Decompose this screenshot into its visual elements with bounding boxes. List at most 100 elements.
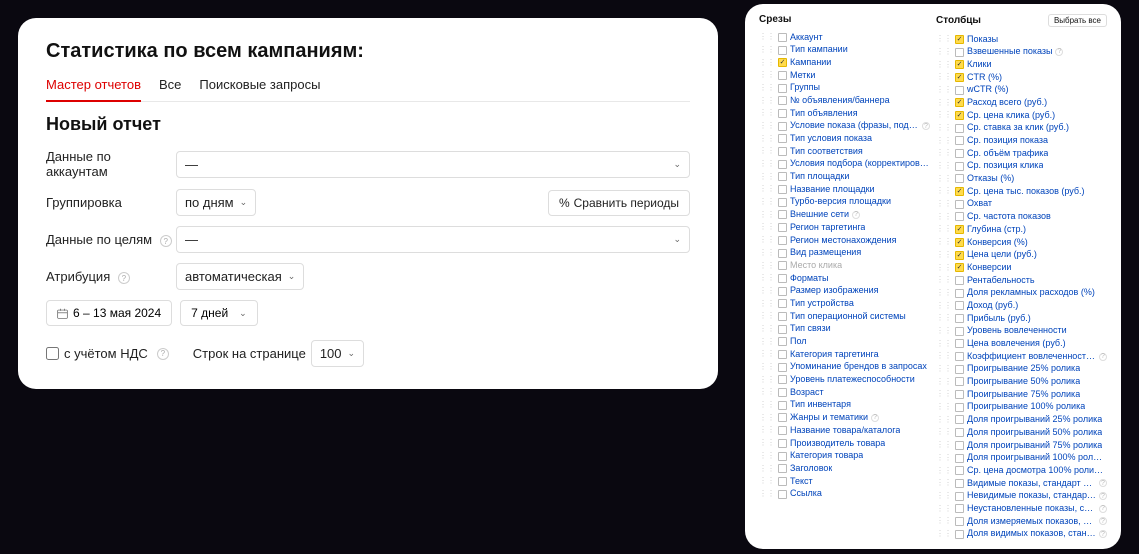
drag-handle-icon[interactable]: ⋮⋮ <box>936 186 952 196</box>
column-option[interactable]: ⋮⋮Ср. ставка за клик (руб.) <box>936 122 1107 135</box>
checkbox[interactable] <box>955 479 964 488</box>
help-icon[interactable]: ? <box>160 235 172 247</box>
slice-option[interactable]: ⋮⋮Тип кампании <box>759 44 930 57</box>
vat-checkbox-input[interactable] <box>46 347 59 360</box>
drag-handle-icon[interactable]: ⋮⋮ <box>936 34 952 44</box>
checkbox[interactable] <box>955 276 964 285</box>
slice-option[interactable]: ⋮⋮Вид размещения <box>759 247 930 260</box>
checkbox[interactable] <box>955 339 964 348</box>
column-option[interactable]: ⋮⋮Уровень вовлеченности <box>936 325 1107 338</box>
drag-handle-icon[interactable]: ⋮⋮ <box>936 123 952 133</box>
checkbox[interactable] <box>778 147 787 156</box>
drag-handle-icon[interactable]: ⋮⋮ <box>759 425 775 435</box>
column-option[interactable]: ⋮⋮CTR (%) <box>936 71 1107 84</box>
slice-option[interactable]: ⋮⋮Заголовок <box>759 462 930 475</box>
column-option[interactable]: ⋮⋮Прибыль (руб.) <box>936 312 1107 325</box>
drag-handle-icon[interactable]: ⋮⋮ <box>759 235 775 245</box>
checkbox[interactable] <box>778 185 787 194</box>
slice-option[interactable]: ⋮⋮Возраст <box>759 386 930 399</box>
slice-option[interactable]: ⋮⋮Тип устройства <box>759 297 930 310</box>
checkbox[interactable] <box>778 312 787 321</box>
checkbox[interactable] <box>955 492 964 501</box>
slice-option[interactable]: ⋮⋮Категория таргетинга <box>759 348 930 361</box>
slice-option[interactable]: ⋮⋮Тип операционной системы <box>759 310 930 323</box>
drag-handle-icon[interactable]: ⋮⋮ <box>936 326 952 336</box>
checkbox[interactable] <box>955 415 964 424</box>
column-option[interactable]: ⋮⋮Конверсия (%) <box>936 236 1107 249</box>
column-option[interactable]: ⋮⋮Ср. объём трафика <box>936 147 1107 160</box>
help-icon[interactable]: ? <box>1099 530 1107 538</box>
checkbox[interactable] <box>955 212 964 221</box>
slice-option[interactable]: ⋮⋮Уровень платежеспособности <box>759 374 930 387</box>
column-option[interactable]: ⋮⋮Взвешенные показы? <box>936 46 1107 59</box>
checkbox[interactable] <box>778 236 787 245</box>
checkbox[interactable] <box>955 86 964 95</box>
column-option[interactable]: ⋮⋮wCTR (%) <box>936 84 1107 97</box>
checkbox[interactable] <box>955 428 964 437</box>
checkbox[interactable] <box>778 96 787 105</box>
checkbox[interactable] <box>778 71 787 80</box>
column-option[interactable]: ⋮⋮Ср. цена тыс. показов (руб.) <box>936 185 1107 198</box>
checkbox[interactable] <box>778 198 787 207</box>
drag-handle-icon[interactable]: ⋮⋮ <box>936 478 952 488</box>
checkbox[interactable] <box>955 187 964 196</box>
attribution-select[interactable]: автоматическая ⌄ <box>176 263 304 290</box>
slice-option[interactable]: ⋮⋮Метки <box>759 69 930 82</box>
column-option[interactable]: ⋮⋮Ср. цена клика (руб.) <box>936 109 1107 122</box>
column-option[interactable]: ⋮⋮Охват <box>936 198 1107 211</box>
drag-handle-icon[interactable]: ⋮⋮ <box>936 110 952 120</box>
slice-option[interactable]: ⋮⋮№ объявления/баннера <box>759 94 930 107</box>
drag-handle-icon[interactable]: ⋮⋮ <box>759 337 775 347</box>
checkbox[interactable] <box>778 122 787 131</box>
help-icon[interactable]: ? <box>922 122 930 130</box>
drag-handle-icon[interactable]: ⋮⋮ <box>936 263 952 273</box>
slice-option[interactable]: ⋮⋮Группы <box>759 82 930 95</box>
checkbox[interactable] <box>955 73 964 82</box>
drag-handle-icon[interactable]: ⋮⋮ <box>936 85 952 95</box>
checkbox[interactable] <box>955 352 964 361</box>
checkbox[interactable] <box>778 477 787 486</box>
drag-handle-icon[interactable]: ⋮⋮ <box>936 440 952 450</box>
checkbox[interactable] <box>778 274 787 283</box>
column-option[interactable]: ⋮⋮Проигрывание 50% ролика <box>936 376 1107 389</box>
drag-handle-icon[interactable]: ⋮⋮ <box>936 516 952 526</box>
drag-handle-icon[interactable]: ⋮⋮ <box>759 311 775 321</box>
drag-handle-icon[interactable]: ⋮⋮ <box>759 349 775 359</box>
slice-option[interactable]: ⋮⋮Название товара/каталога <box>759 424 930 437</box>
drag-handle-icon[interactable]: ⋮⋮ <box>759 172 775 182</box>
column-option[interactable]: ⋮⋮Отказы (%) <box>936 173 1107 186</box>
accounts-select[interactable]: — ⌄ <box>176 151 690 178</box>
checkbox[interactable] <box>778 375 787 384</box>
checkbox[interactable] <box>955 225 964 234</box>
slice-option[interactable]: ⋮⋮Тип объявления <box>759 107 930 120</box>
slice-option[interactable]: ⋮⋮Тип условия показа <box>759 133 930 146</box>
checkbox[interactable] <box>955 530 964 539</box>
column-option[interactable]: ⋮⋮Доля проигрываний 50% ролика <box>936 426 1107 439</box>
drag-handle-icon[interactable]: ⋮⋮ <box>759 96 775 106</box>
column-option[interactable]: ⋮⋮Ср. позиция показа <box>936 135 1107 148</box>
column-option[interactable]: ⋮⋮Неустановленные показы, стандарт MRC? <box>936 502 1107 515</box>
checkbox[interactable] <box>955 174 964 183</box>
column-option[interactable]: ⋮⋮Цена цели (руб.) <box>936 249 1107 262</box>
drag-handle-icon[interactable]: ⋮⋮ <box>936 529 952 539</box>
checkbox[interactable] <box>955 162 964 171</box>
help-icon[interactable]: ? <box>871 414 879 422</box>
checkbox[interactable] <box>778 210 787 219</box>
column-option[interactable]: ⋮⋮Доход (руб.) <box>936 299 1107 312</box>
select-all-button[interactable]: Выбрать все <box>1048 14 1107 27</box>
column-option[interactable]: ⋮⋮Ср. цена досмотра 100% ролика (руб.) <box>936 464 1107 477</box>
column-option[interactable]: ⋮⋮Расход всего (руб.) <box>936 96 1107 109</box>
drag-handle-icon[interactable]: ⋮⋮ <box>759 45 775 55</box>
drag-handle-icon[interactable]: ⋮⋮ <box>936 60 952 70</box>
drag-handle-icon[interactable]: ⋮⋮ <box>936 237 952 247</box>
tab-report-wizard[interactable]: Мастер отчетов <box>46 77 141 102</box>
checkbox[interactable] <box>778 223 787 232</box>
compare-periods-button[interactable]: % Сравнить периоды <box>548 190 690 216</box>
checkbox[interactable] <box>778 413 787 422</box>
drag-handle-icon[interactable]: ⋮⋮ <box>759 362 775 372</box>
checkbox[interactable] <box>778 109 787 118</box>
checkbox[interactable] <box>778 33 787 42</box>
drag-handle-icon[interactable]: ⋮⋮ <box>936 136 952 146</box>
checkbox[interactable] <box>955 504 964 513</box>
slice-option[interactable]: ⋮⋮Размер изображения <box>759 285 930 298</box>
